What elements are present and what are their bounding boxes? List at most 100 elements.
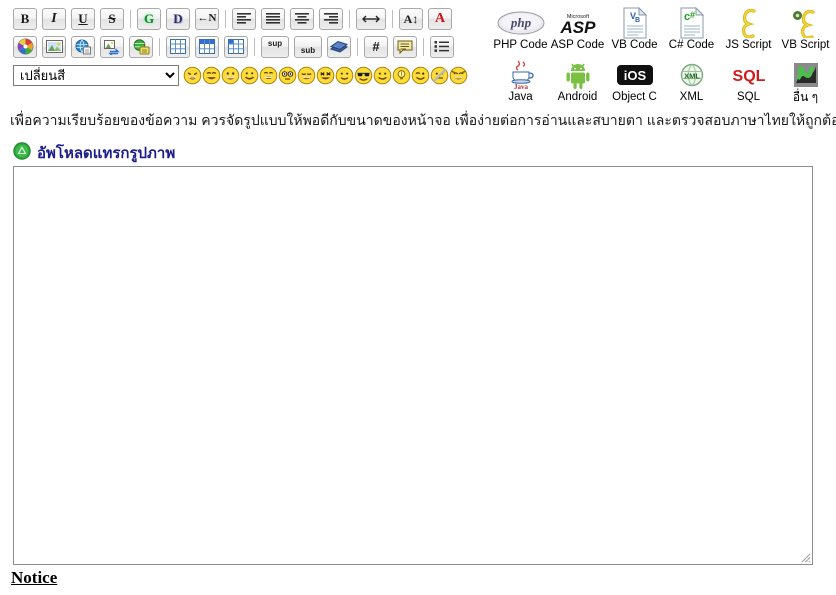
toolbar-row-insert: sup sub #	[0, 33, 480, 60]
font-size-icon: A↕	[403, 11, 419, 26]
bold-glyph: B	[20, 11, 30, 26]
toolbar-separator	[349, 9, 350, 28]
numbered-list-button[interactable]: #	[364, 35, 388, 58]
toolbar-separator	[159, 37, 160, 56]
glow-text-button[interactable]: G	[137, 7, 161, 30]
quote-button[interactable]	[393, 35, 417, 58]
svg-text:XML: XML	[684, 71, 700, 80]
code-insert-panel: php PHP Code Microsoft ASP ASP Code V B …	[492, 0, 836, 104]
insert-flash-button[interactable]	[129, 35, 153, 58]
emoticon-wink[interactable]	[411, 66, 430, 85]
subscript-button[interactable]: sub	[294, 35, 322, 58]
media-swap-icon	[103, 39, 121, 55]
table-cell-button[interactable]	[224, 35, 248, 58]
align-left-button[interactable]	[232, 7, 256, 30]
color-wheel-button[interactable]	[13, 35, 37, 58]
java-code-label: Java	[508, 91, 533, 103]
ios-icon: iOS	[615, 58, 655, 91]
shadow-text-button[interactable]: D	[166, 7, 190, 30]
java-cup-icon: Java	[507, 58, 535, 91]
insert-book-button[interactable]	[327, 35, 351, 58]
emoticon-bigsmile[interactable]	[221, 66, 240, 85]
vb-document-icon: V B	[622, 6, 648, 39]
svg-text:php: php	[509, 15, 531, 30]
java-code-button[interactable]: Java Java	[492, 52, 549, 104]
toolbar-separator	[254, 37, 255, 56]
asp-code-button[interactable]: Microsoft ASP ASP Code	[549, 0, 606, 52]
color-wheel-icon	[17, 38, 34, 55]
toolbar-separator	[392, 9, 393, 28]
color-select[interactable]: เปลี่ยนสี	[13, 64, 179, 86]
php-code-label: PHP Code	[493, 39, 548, 51]
php-code-button[interactable]: php PHP Code	[492, 0, 549, 52]
insert-image-button[interactable]	[42, 35, 66, 58]
emoticon-happy[interactable]	[259, 66, 278, 85]
superscript-button[interactable]: sup	[261, 35, 289, 58]
toolbar-row-formatting: B I U S G D ←N A↕ A	[0, 5, 480, 32]
align-justify-button[interactable]	[261, 7, 285, 30]
bold-button[interactable]: B	[13, 7, 37, 30]
font-color-button[interactable]: A	[428, 7, 452, 30]
upload-arrow-icon[interactable]	[13, 141, 31, 165]
hash-icon: #	[372, 39, 380, 54]
table-header-button[interactable]	[195, 35, 219, 58]
objectc-code-label: Object C	[612, 91, 657, 103]
insert-link-button[interactable]	[71, 35, 95, 58]
emoticon-sunglasses[interactable]	[354, 66, 373, 85]
table-header-icon	[199, 39, 215, 54]
table-icon	[170, 39, 186, 54]
bullet-list-icon	[434, 40, 450, 53]
android-code-button[interactable]: Android	[549, 52, 606, 104]
message-textarea[interactable]	[14, 167, 812, 564]
emoticon-devil[interactable]	[449, 66, 468, 85]
toolbar-separator	[225, 9, 226, 28]
emoticon-grin[interactable]	[202, 66, 221, 85]
toolbar-separator	[130, 9, 131, 28]
emoticon-palette	[183, 66, 468, 85]
align-right-icon	[323, 12, 339, 25]
js-script-button[interactable]: JS Script	[720, 0, 777, 52]
emoticon-sleepy[interactable]	[297, 66, 316, 85]
csharp-code-button[interactable]: c # C# Code	[663, 0, 720, 52]
align-left-icon	[236, 12, 252, 25]
book-icon	[330, 40, 348, 53]
sql-code-button[interactable]: SQL SQL	[720, 52, 777, 104]
svg-text:SQL: SQL	[732, 68, 765, 85]
underline-button[interactable]: U	[71, 7, 95, 30]
globe-link-icon	[75, 39, 92, 55]
xml-code-button[interactable]: XML XML	[663, 52, 720, 104]
emoticon-plain[interactable]	[373, 66, 392, 85]
shadow-glyph: D	[173, 11, 183, 26]
vb-script-label: VB Script	[781, 39, 830, 51]
insert-table-button[interactable]	[166, 35, 190, 58]
php-icon: php	[496, 6, 546, 39]
svg-text:iOS: iOS	[623, 68, 646, 83]
asp-icon: Microsoft ASP	[551, 6, 605, 39]
italic-button[interactable]: I	[42, 7, 66, 30]
align-center-button[interactable]	[290, 7, 314, 30]
emoticon-nocomment[interactable]	[430, 66, 449, 85]
objectc-code-button[interactable]: iOS Object C	[606, 52, 663, 104]
upload-image-link[interactable]: อัพโหลดแทรกรูปภาพ	[37, 141, 175, 165]
font-size-button[interactable]: A↕	[399, 7, 423, 30]
align-right-button[interactable]	[319, 7, 343, 30]
vb-code-button[interactable]: V B VB Code	[606, 0, 663, 52]
insert-media-button[interactable]	[100, 35, 124, 58]
resize-handle-icon[interactable]	[797, 549, 811, 563]
message-editor-area[interactable]	[13, 166, 813, 565]
right-to-left-button[interactable]: ←N	[195, 7, 219, 30]
vb-script-button[interactable]: VB Script	[777, 0, 834, 52]
strikethrough-button[interactable]: S	[100, 7, 124, 30]
emoticon-laugh[interactable]	[183, 66, 202, 85]
other-code-button[interactable]: อื่น ๆ	[777, 52, 834, 104]
emoticon-smile[interactable]	[240, 66, 259, 85]
emoticon-cool[interactable]	[316, 66, 335, 85]
android-code-label: Android	[557, 91, 598, 103]
bullet-list-button[interactable]	[430, 35, 454, 58]
emoticon-neutral[interactable]	[335, 66, 354, 85]
emoticon-idea[interactable]	[392, 66, 411, 85]
horizontal-rule-button[interactable]	[356, 7, 386, 30]
format-hint-text: เพื่อความเรียบร้อยของข้อความ ควรจัดรูปแบ…	[10, 112, 836, 128]
emoticon-surprised[interactable]	[278, 66, 297, 85]
subscript-icon: sub	[300, 45, 316, 55]
